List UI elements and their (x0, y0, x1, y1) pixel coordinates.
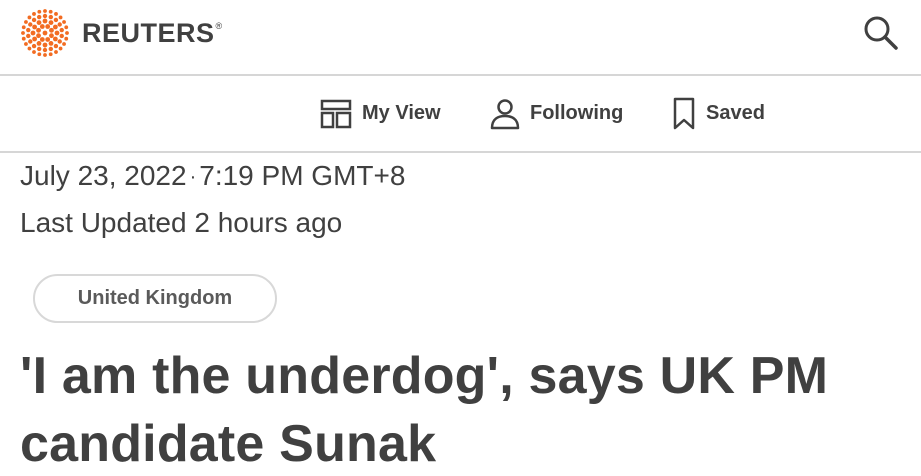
saved-link[interactable]: Saved (672, 76, 765, 151)
search-button[interactable] (863, 15, 899, 51)
reuters-dots-logo-icon (21, 9, 69, 57)
search-icon (864, 16, 898, 50)
brand-name: REUTERS® (82, 17, 223, 48)
following-label: Following (530, 102, 624, 124)
top-header: REUTERS® (0, 0, 921, 76)
my-view-label: My View (362, 102, 441, 124)
saved-label: Saved (706, 102, 765, 124)
publish-time: 7:19 PM GMT+8 (199, 160, 406, 191)
registered-mark: ® (215, 20, 223, 31)
article-headline: 'I am the underdog', says UK PM candidat… (20, 347, 829, 473)
secondary-nav: My View Following Saved (0, 76, 921, 153)
topic-tag-button[interactable]: United Kingdom (33, 274, 277, 323)
reuters-logo[interactable]: REUTERS® (20, 8, 223, 58)
publish-date: July 23, 2022 (20, 160, 187, 191)
my-view-link[interactable]: My View (320, 76, 441, 151)
person-icon (490, 98, 520, 129)
following-link[interactable]: Following (490, 76, 623, 151)
article-page: REUTERS® My View Following Saved July 23… (0, 0, 921, 476)
layout-icon (320, 99, 352, 128)
last-updated: Last Updated 2 hours ago (20, 207, 343, 238)
dateline-separator: · (189, 166, 197, 188)
publish-dateline: July 23, 2022 · 7:19 PM GMT+8 (20, 160, 405, 192)
bookmark-icon (673, 97, 695, 129)
